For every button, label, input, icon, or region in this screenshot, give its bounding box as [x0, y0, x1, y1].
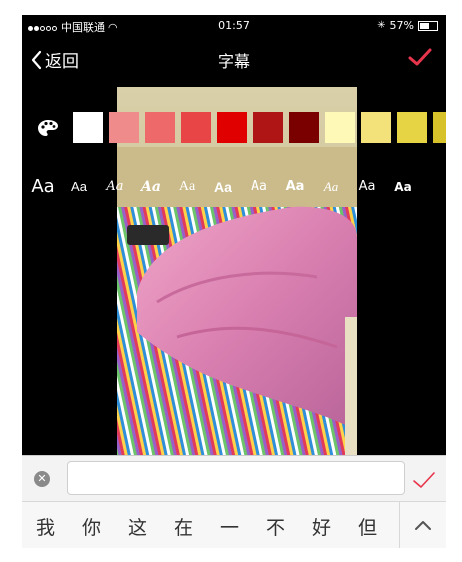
color-swatch[interactable] — [433, 112, 446, 143]
caption-text-input[interactable] — [67, 461, 405, 495]
battery-icon — [418, 20, 438, 31]
ime-candidate[interactable]: 一 — [220, 513, 239, 540]
color-swatch[interactable] — [361, 112, 391, 143]
ime-candidate[interactable]: 我 — [36, 513, 55, 540]
clear-icon: ✕ — [37, 472, 47, 485]
font-style-option[interactable]: Aa — [388, 173, 418, 201]
clear-button[interactable]: ✕ — [34, 471, 50, 487]
ime-candidate[interactable]: 在 — [174, 513, 193, 540]
font-style-option[interactable]: Aa — [280, 173, 310, 201]
color-swatch[interactable] — [217, 112, 247, 143]
color-swatch[interactable] — [145, 112, 175, 143]
font-style-option[interactable]: Aa — [172, 173, 202, 201]
color-swatch[interactable] — [325, 112, 355, 143]
color-swatch[interactable] — [73, 112, 103, 143]
font-style-option[interactable]: Aa — [316, 173, 346, 201]
color-swatch[interactable] — [397, 112, 427, 143]
ime-candidate-bar: 我你这在一不好但 — [22, 501, 446, 548]
ime-candidate[interactable]: 但 — [358, 513, 377, 540]
font-style-option[interactable]: Aa — [100, 173, 130, 201]
bluetooth-icon: ✳ — [377, 20, 386, 31]
input-confirm-button[interactable] — [412, 470, 436, 494]
ime-candidate[interactable]: 你 — [82, 513, 101, 540]
caption-input-bar: ✕ — [22, 455, 446, 502]
font-style-option[interactable]: Aa — [208, 173, 238, 201]
checkmark-icon — [408, 48, 432, 66]
font-style-row: Aa Aa Aa Aa Aa Aa Aa Aa Aa Aa Aa — [22, 173, 446, 201]
page-title: 字幕 — [217, 52, 250, 71]
confirm-button[interactable] — [408, 47, 432, 71]
color-swatch[interactable] — [289, 112, 319, 143]
nav-bar: 返回 字幕 — [22, 37, 446, 81]
expand-candidates-button[interactable] — [399, 502, 446, 548]
chevron-up-icon — [415, 521, 431, 530]
font-style-option[interactable]: Aa — [64, 173, 94, 201]
status-right: ✳ 57% — [377, 19, 438, 32]
status-bar: 中国联通 ◠ 01:57 ✳ 57% — [22, 15, 446, 35]
font-style-option[interactable]: Aa — [352, 173, 382, 201]
color-swatch-row — [22, 112, 446, 144]
ime-candidate[interactable]: 好 — [312, 513, 331, 540]
app-screen: 中国联通 ◠ 01:57 ✳ 57% 返回 字幕 Aa Aa Aa Aa Aa … — [22, 15, 446, 548]
font-style-option[interactable]: Aa — [244, 173, 274, 201]
font-style-option[interactable]: Aa — [136, 173, 166, 201]
color-swatch[interactable] — [109, 112, 139, 143]
ime-candidate[interactable]: 这 — [128, 513, 147, 540]
color-swatch[interactable] — [253, 112, 283, 143]
battery-percent: 57% — [389, 19, 414, 32]
battery-level — [420, 22, 430, 29]
color-swatch[interactable] — [181, 112, 211, 143]
checkmark-icon — [413, 472, 435, 488]
font-style-option[interactable]: Aa — [28, 173, 58, 201]
ime-candidate[interactable]: 不 — [266, 513, 285, 540]
